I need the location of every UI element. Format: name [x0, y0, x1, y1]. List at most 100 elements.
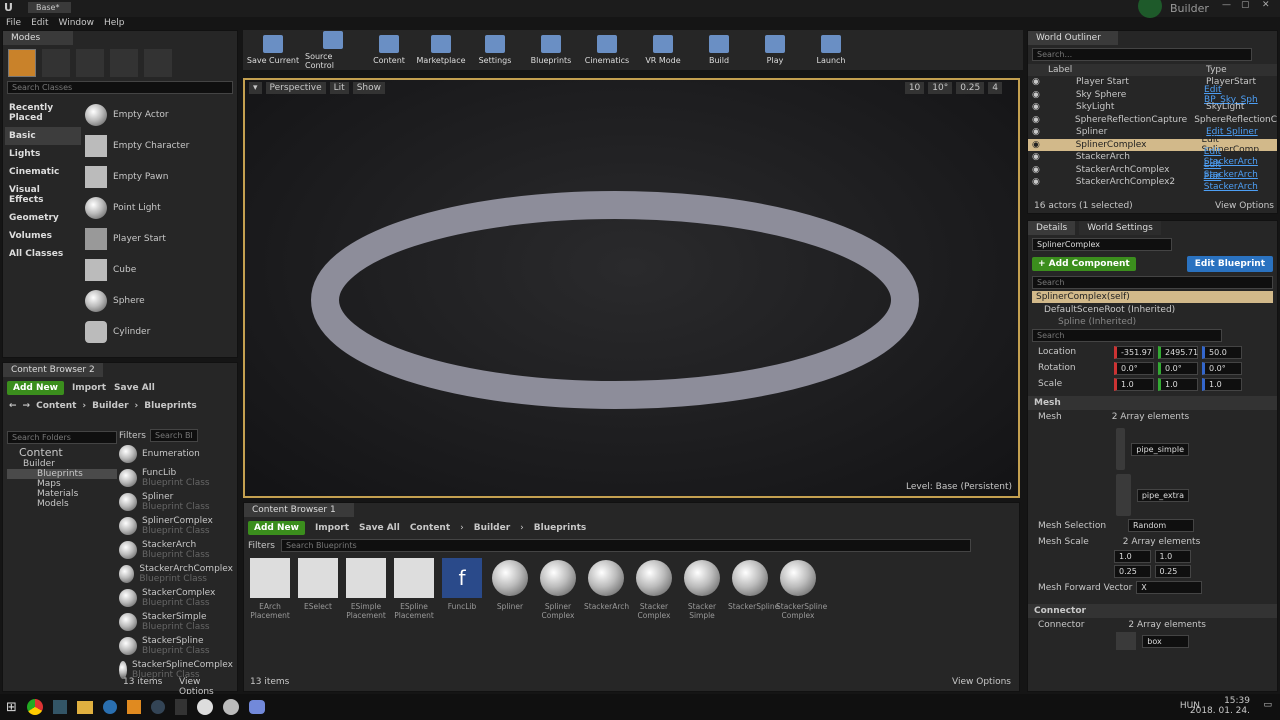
- visibility-eye-icon[interactable]: ◉: [1032, 115, 1045, 125]
- asset-tile[interactable]: Stacker Simple: [680, 558, 724, 620]
- category-item[interactable]: Lights: [5, 145, 81, 163]
- tree-item[interactable]: Blueprints: [7, 469, 117, 479]
- asset-tile[interactable]: Spliner: [488, 558, 532, 611]
- toolbar-button[interactable]: Blueprints: [525, 35, 577, 65]
- back-icon[interactable]: ←: [9, 401, 17, 411]
- menu-file[interactable]: File: [6, 18, 21, 28]
- component-spline[interactable]: Spline (Inherited): [1028, 317, 1277, 327]
- details-search-input[interactable]: Search: [1032, 329, 1222, 342]
- maximize-button[interactable]: ▢: [1241, 0, 1250, 10]
- mesh-0-select[interactable]: pipe_simple: [1131, 442, 1189, 456]
- type-column[interactable]: Type: [1206, 65, 1227, 75]
- add-component-button[interactable]: + Add Component: [1032, 257, 1136, 271]
- category-item[interactable]: All Classes: [5, 245, 81, 263]
- toolbar-button[interactable]: Settings: [469, 35, 521, 65]
- visibility-eye-icon[interactable]: ◉: [1032, 152, 1046, 162]
- visibility-eye-icon[interactable]: ◉: [1032, 102, 1046, 112]
- epic-games-icon[interactable]: [174, 699, 187, 715]
- asset-list-item[interactable]: StackerComplex Blueprint Class: [119, 586, 233, 610]
- menu-window[interactable]: Window: [59, 18, 95, 28]
- content-browser-1-tab[interactable]: Content Browser 1: [244, 503, 354, 517]
- toolbar-button[interactable]: Build: [693, 35, 745, 65]
- rotation-snap-value[interactable]: 10°: [928, 82, 953, 94]
- save-all-button[interactable]: Save All: [359, 523, 400, 533]
- asset-tile[interactable]: ESimple Placement: [344, 558, 388, 620]
- steam-icon[interactable]: [150, 700, 165, 714]
- perspective-button[interactable]: Perspective: [265, 82, 326, 94]
- path-segment[interactable]: Blueprints: [144, 401, 197, 411]
- toolbar-button[interactable]: Marketplace: [416, 35, 466, 65]
- component-self[interactable]: SplinerComplex(self): [1032, 291, 1273, 303]
- visibility-eye-icon[interactable]: ◉: [1032, 177, 1046, 187]
- discord-icon[interactable]: [248, 700, 265, 714]
- add-new-button[interactable]: Add New: [7, 381, 64, 395]
- geometry-mode-icon[interactable]: [144, 49, 172, 77]
- x-field[interactable]: -351.97: [1114, 345, 1154, 359]
- outliner-row[interactable]: ◉ StackerArchComplex2 Edit StackerArch: [1028, 172, 1277, 192]
- label-column[interactable]: Label: [1048, 65, 1206, 75]
- outliner-row[interactable]: ◉ SphereReflectionCapture SphereReflection…: [1028, 114, 1277, 127]
- mesh-1-select[interactable]: pipe_extra: [1136, 488, 1189, 502]
- path-segment[interactable]: Content: [36, 401, 76, 411]
- asset-tile[interactable]: f FuncLib: [440, 558, 484, 611]
- add-new-button[interactable]: Add New: [248, 521, 305, 535]
- folder-icon[interactable]: [76, 700, 93, 714]
- camera-speed-value[interactable]: 4: [988, 82, 1002, 94]
- path-segment[interactable]: Builder: [474, 523, 510, 533]
- app-icon[interactable]: [102, 700, 117, 714]
- component-search-input[interactable]: Search: [1032, 276, 1273, 289]
- category-item[interactable]: Recently Placed: [5, 99, 81, 127]
- category-item[interactable]: Cinematic: [5, 163, 81, 181]
- path-segment[interactable]: Content: [410, 523, 450, 533]
- viewport-menu-icon[interactable]: ▾: [249, 82, 262, 94]
- forward-icon[interactable]: →: [23, 401, 31, 411]
- tree-item[interactable]: Models: [7, 499, 117, 509]
- toolbar-button[interactable]: Launch: [805, 35, 857, 65]
- asset-tile[interactable]: StackerArch: [584, 558, 629, 611]
- spline-ring-scene[interactable]: [275, 190, 975, 430]
- world-outliner-tab[interactable]: World Outliner: [1028, 31, 1118, 45]
- tree-item[interactable]: Maps: [7, 479, 117, 489]
- class-item[interactable]: Empty Pawn: [85, 161, 233, 192]
- close-button[interactable]: ✕: [1262, 0, 1270, 10]
- asset-list-item[interactable]: StackerArch Blueprint Class: [119, 538, 233, 562]
- sublime-icon[interactable]: [126, 700, 141, 714]
- show-button[interactable]: Show: [352, 82, 385, 94]
- asset-list-item[interactable]: Enumeration: [119, 442, 233, 466]
- unreal-engine-icon[interactable]: [196, 699, 213, 715]
- class-item[interactable]: Cube: [85, 254, 233, 285]
- windows-start-icon[interactable]: ⊞: [6, 700, 17, 715]
- toolbar-button[interactable]: VR Mode: [637, 35, 689, 65]
- x-field[interactable]: 1.0: [1114, 377, 1154, 391]
- import-button[interactable]: Import: [72, 383, 106, 393]
- tree-item[interactable]: Content: [7, 444, 117, 459]
- z-field[interactable]: 50.0: [1202, 345, 1242, 359]
- foliage-mode-icon[interactable]: [110, 49, 138, 77]
- outliner-row[interactable]: ◉ Sky Sphere Edit BP_Sky_Sph: [1028, 85, 1277, 105]
- place-mode-icon[interactable]: [8, 49, 36, 77]
- class-item[interactable]: Empty Actor: [85, 99, 233, 130]
- scale-snap-value[interactable]: 0.25: [956, 82, 985, 94]
- content-browser-2-tab[interactable]: Content Browser 2: [3, 363, 103, 377]
- class-item[interactable]: Player Start: [85, 223, 233, 254]
- save-icon[interactable]: [52, 700, 67, 714]
- asset-list-item[interactable]: FuncLib Blueprint Class: [119, 466, 233, 490]
- modes-tab[interactable]: Modes: [3, 31, 73, 45]
- import-button[interactable]: Import: [315, 523, 349, 533]
- y-field[interactable]: 0.0°: [1158, 361, 1198, 375]
- visibility-eye-icon[interactable]: ◉: [1032, 127, 1046, 137]
- asset-tile[interactable]: EArch Placement: [248, 558, 292, 620]
- grid-snap-value[interactable]: 10: [904, 82, 925, 94]
- forward-vector-select[interactable]: X: [1136, 581, 1203, 594]
- asset-list-item[interactable]: StackerSimple Blueprint Class: [119, 610, 233, 634]
- search-folders-input[interactable]: Search Folders: [7, 431, 117, 444]
- box-thumbnail[interactable]: [1116, 632, 1137, 650]
- asset-tile[interactable]: StackerSpline: [728, 558, 779, 611]
- search-classes-input[interactable]: Search Classes: [7, 81, 233, 94]
- visibility-eye-icon[interactable]: ◉: [1032, 77, 1046, 87]
- save-all-button[interactable]: Save All: [114, 383, 155, 393]
- visibility-eye-icon[interactable]: ◉: [1032, 165, 1046, 175]
- view-options-button[interactable]: View Options: [1215, 201, 1274, 211]
- mesh-section-header[interactable]: Mesh: [1028, 396, 1277, 410]
- z-field[interactable]: 0.0°: [1202, 361, 1242, 375]
